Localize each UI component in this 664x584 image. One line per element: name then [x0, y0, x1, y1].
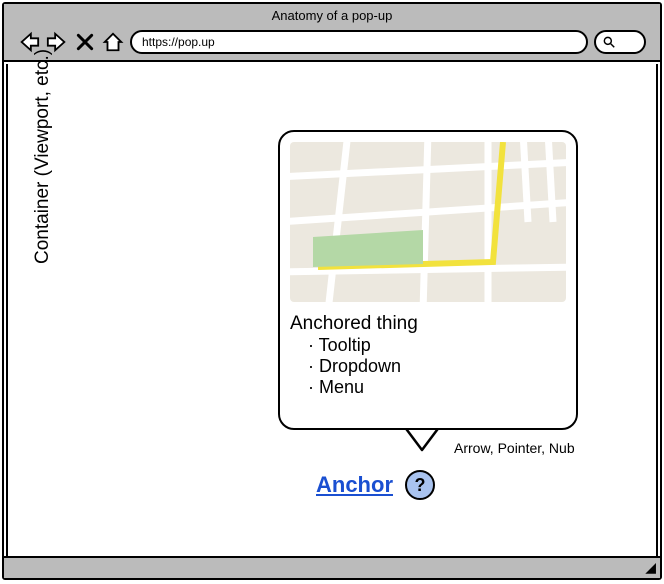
titlebar: Anatomy of a pop-up https://pop.up — [4, 4, 660, 62]
home-icon[interactable] — [102, 31, 124, 53]
url-input[interactable]: https://pop.up — [130, 30, 588, 54]
resize-grip-icon[interactable]: ◢ — [645, 559, 656, 576]
search-icon — [602, 35, 616, 49]
browser-window: Anatomy of a pop-up https://pop.up Conta… — [2, 2, 662, 580]
list-item: Dropdown — [308, 356, 566, 377]
popup: Anchored thing Tooltip Dropdown Menu — [278, 130, 578, 430]
anchor-row: Anchor ? — [316, 470, 435, 500]
help-icon[interactable]: ? — [405, 470, 435, 500]
popup-list: Tooltip Dropdown Menu — [308, 335, 566, 398]
stop-icon[interactable] — [74, 31, 96, 53]
window-title: Anatomy of a pop-up — [4, 8, 660, 23]
container-label: Container (Viewport, etc.) — [32, 49, 54, 264]
toolbar: https://pop.up — [18, 30, 646, 54]
anchor-link[interactable]: Anchor — [316, 472, 393, 498]
search-field[interactable] — [594, 30, 646, 54]
url-text: https://pop.up — [142, 35, 215, 49]
status-bar: ◢ — [4, 556, 660, 578]
map-image — [290, 142, 566, 302]
list-item: Menu — [308, 377, 566, 398]
popup-heading: Anchored thing — [290, 313, 566, 335]
arrow-label: Arrow, Pointer, Nub — [454, 440, 575, 456]
list-item: Tooltip — [308, 335, 566, 356]
